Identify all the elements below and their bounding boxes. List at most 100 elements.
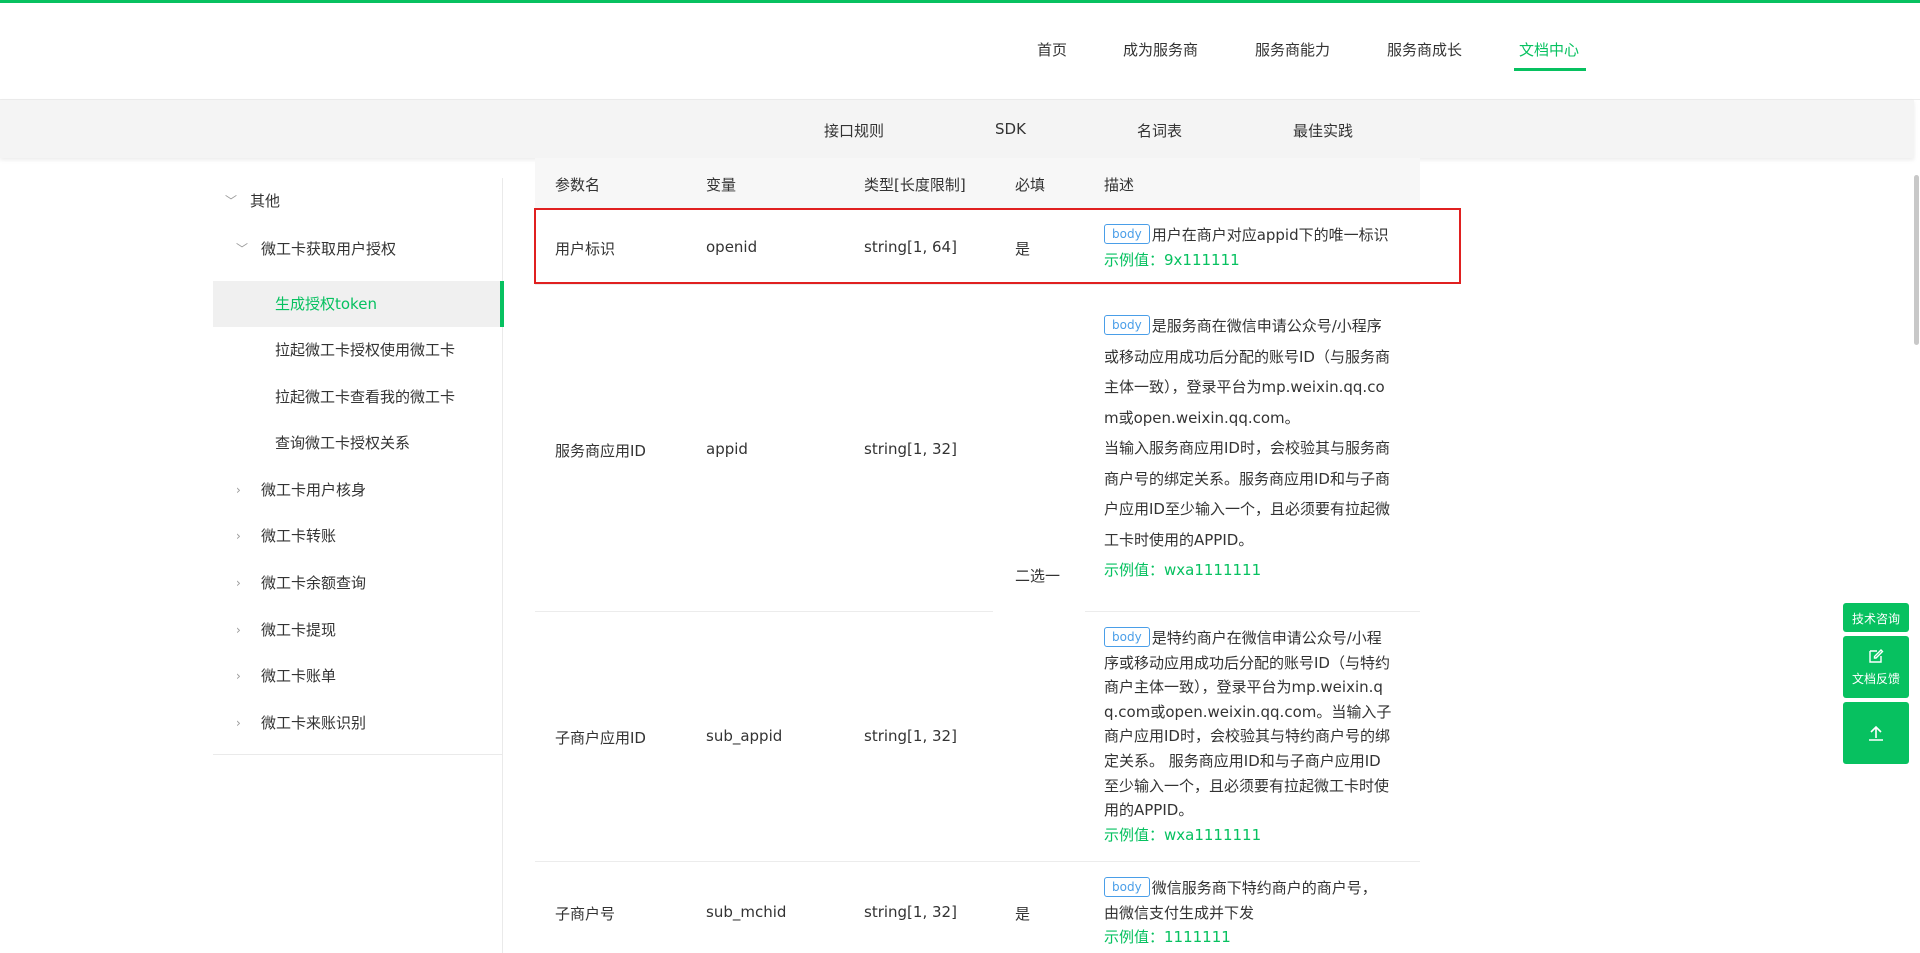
sidebar-group-user-auth[interactable]: ﹀ 微工卡获取用户授权 [213,226,503,272]
sidebar-item-label: 其他 [250,192,281,210]
row-divider [1085,611,1420,612]
desc-text: 序或移动应用成功后分配的账号ID（与特约 [1104,653,1390,672]
sidebar-item-launch-auth[interactable]: 拉起微工卡授权使用微工卡 [213,327,503,373]
content-divider [502,755,503,953]
desc-text: 主体一致），登录平台为mp.weixin.qq.co [1104,378,1385,396]
nav-provider-growth[interactable]: 服务商成长 [1387,39,1462,60]
cell-type: string[1, 32] [864,727,957,745]
cell-type: string[1, 32] [864,440,957,458]
sidebar-item-label: 微工卡账单 [261,667,337,685]
desc-text: 用的APPID。 [1104,801,1194,820]
sidebar-item-label: 拉起微工卡查看我的微工卡 [275,388,456,406]
cell-description: body 是服务商在微信申请公众号/小程序 或移动应用成功后分配的账号ID（与服务… [1104,311,1410,586]
sidebar-item-query-auth[interactable]: 查询微工卡授权关系 [213,420,503,466]
chevron-down-icon: ﹀ [225,194,238,208]
th-type: 类型[长度限制] [864,176,966,194]
cell-required: 是 [1015,905,1031,923]
cell-variable: sub_mchid [706,903,787,921]
desc-text: 微信服务商下特约商户的商户号， [1151,879,1377,897]
th-param-name: 参数名 [555,176,601,194]
cell-variable: appid [706,440,748,458]
cell-required: 二选一 [1015,567,1061,585]
desc-text: q.com或open.weixin.qq.com。当输入子 [1104,702,1392,721]
sidebar-group-withdraw[interactable]: › 微工卡提现 [213,607,503,653]
cell-param-name: 子商户应用ID [555,729,646,747]
desc-text: 是特约商户在微信申请公众号/小程 [1151,629,1382,647]
sidebar-group-other[interactable]: ﹀ 其他 [213,178,503,224]
sidebar-group-transfer[interactable]: › 微工卡转账 [213,513,503,559]
page-scrollbar[interactable] [1914,175,1919,345]
desc-text: 由微信支付生成并下发 [1104,903,1255,922]
chevron-right-icon: › [236,576,241,590]
sidebar-group-income[interactable]: › 微工卡来账识别 [213,700,503,746]
cell-variable: sub_appid [706,727,783,745]
sidebar-item-label: 微工卡转账 [261,527,337,545]
subnav-sdk[interactable]: SDK [995,120,1026,138]
sidebar-item-label: 微工卡提现 [261,621,337,639]
row-divider [535,861,1420,862]
desc-text: 户应用ID至少输入一个，且必须要有拉起微 [1104,500,1390,518]
doc-feedback-label: 文档反馈 [1851,672,1900,686]
desc-text: 商户主体一致），登录平台为mp.weixin.q [1104,678,1383,697]
desc-text: 商户号的绑定关系。服务商应用ID和与子商 [1104,469,1390,488]
nav-home[interactable]: 首页 [1037,39,1067,60]
sidebar-item-label: 微工卡用户核身 [261,481,367,499]
nav-become-provider[interactable]: 成为服务商 [1123,39,1198,60]
tech-consult-label: 技术咨询 [1851,612,1900,626]
desc-text: 至少输入一个，且必须要有拉起微工卡时使 [1104,776,1390,795]
desc-text: 当输入服务商应用ID时，会校验其与服务商 [1104,439,1390,457]
chevron-right-icon: › [236,529,241,543]
cell-param-name: 服务商应用ID [555,442,646,460]
cell-description: body 微信服务商下特约商户的商户号， 由微信支付生成并下发 示例值：11111… [1104,876,1410,950]
sidebar-item-label: 查询微工卡授权关系 [275,434,411,452]
subnav-glossary[interactable]: 名词表 [1137,120,1182,141]
nav-active-underline [1514,68,1586,71]
sidebar-item-view-card[interactable]: 拉起微工卡查看我的微工卡 [213,374,503,420]
row-divider [535,611,993,612]
chevron-right-icon: › [236,623,241,637]
cell-description: body 是特约商户在微信申请公众号/小程 序或移动应用成功后分配的账号ID（与特… [1104,626,1410,847]
sidebar-divider [213,754,503,755]
th-description: 描述 [1104,176,1135,194]
nav-doc-center[interactable]: 文档中心 [1519,39,1579,60]
sidebar-group-balance[interactable]: › 微工卡余额查询 [213,560,503,606]
example-value: 示例值：wxa1111111 [1104,561,1262,579]
sub-nav: 接口规则 SDK 名词表 最佳实践 [0,100,1914,158]
site-header: 首页 成为服务商 服务商能力 服务商成长 文档中心 [0,3,1920,100]
sidebar-group-bill[interactable]: › 微工卡账单 [213,653,503,699]
doc-sidebar: ﹀ 其他 ﹀ 微工卡获取用户授权 生成授权token 拉起微工卡授权使用微工卡 … [213,178,504,755]
sidebar-item-label: 微工卡余额查询 [261,574,367,592]
nav-provider-ability[interactable]: 服务商能力 [1255,39,1330,60]
desc-text: 或移动应用成功后分配的账号ID（与服务商 [1104,347,1390,366]
body-tag: body [1104,877,1150,897]
doc-feedback-button[interactable]: 文档反馈 [1843,636,1909,698]
table-header: 参数名 变量 类型[长度限制] 必填 描述 [535,158,1420,208]
chevron-right-icon: › [236,483,241,497]
sidebar-item-label: 拉起微工卡授权使用微工卡 [275,341,456,359]
back-to-top-button[interactable] [1843,702,1909,764]
edit-icon [1869,649,1884,663]
chevron-right-icon: › [236,669,241,683]
desc-text: 定关系。 服务商应用ID和与子商户应用ID [1104,751,1381,770]
cell-param-name: 子商户号 [555,905,616,923]
highlight-box [534,208,1461,284]
tech-consult-button[interactable]: 技术咨询 [1843,603,1909,632]
body-tag: body [1104,627,1150,647]
subnav-best-practice[interactable]: 最佳实践 [1293,120,1353,141]
th-variable: 变量 [706,176,737,194]
sidebar-item-label: 微工卡获取用户授权 [261,240,397,258]
sidebar-item-generate-token[interactable]: 生成授权token [213,281,504,327]
chevron-right-icon: › [236,716,241,730]
desc-text: 商户应用ID时，会校验其与特约商户号的绑 [1104,727,1390,746]
sidebar-item-label: 生成授权token [275,295,377,313]
th-required: 必填 [1015,176,1046,194]
sidebar-group-verify[interactable]: › 微工卡用户核身 [213,467,503,513]
desc-text: m或open.weixin.qq.com。 [1104,408,1300,427]
example-value: 示例值：1111111 [1104,928,1231,947]
chevron-down-icon: ﹀ [236,242,249,256]
arrow-up-icon [1869,725,1883,741]
body-tag: body [1104,315,1150,335]
subnav-api-rules[interactable]: 接口规则 [824,120,884,141]
desc-text: 工卡时使用的APPID。 [1104,530,1254,549]
example-value: 示例值：wxa1111111 [1104,825,1262,844]
